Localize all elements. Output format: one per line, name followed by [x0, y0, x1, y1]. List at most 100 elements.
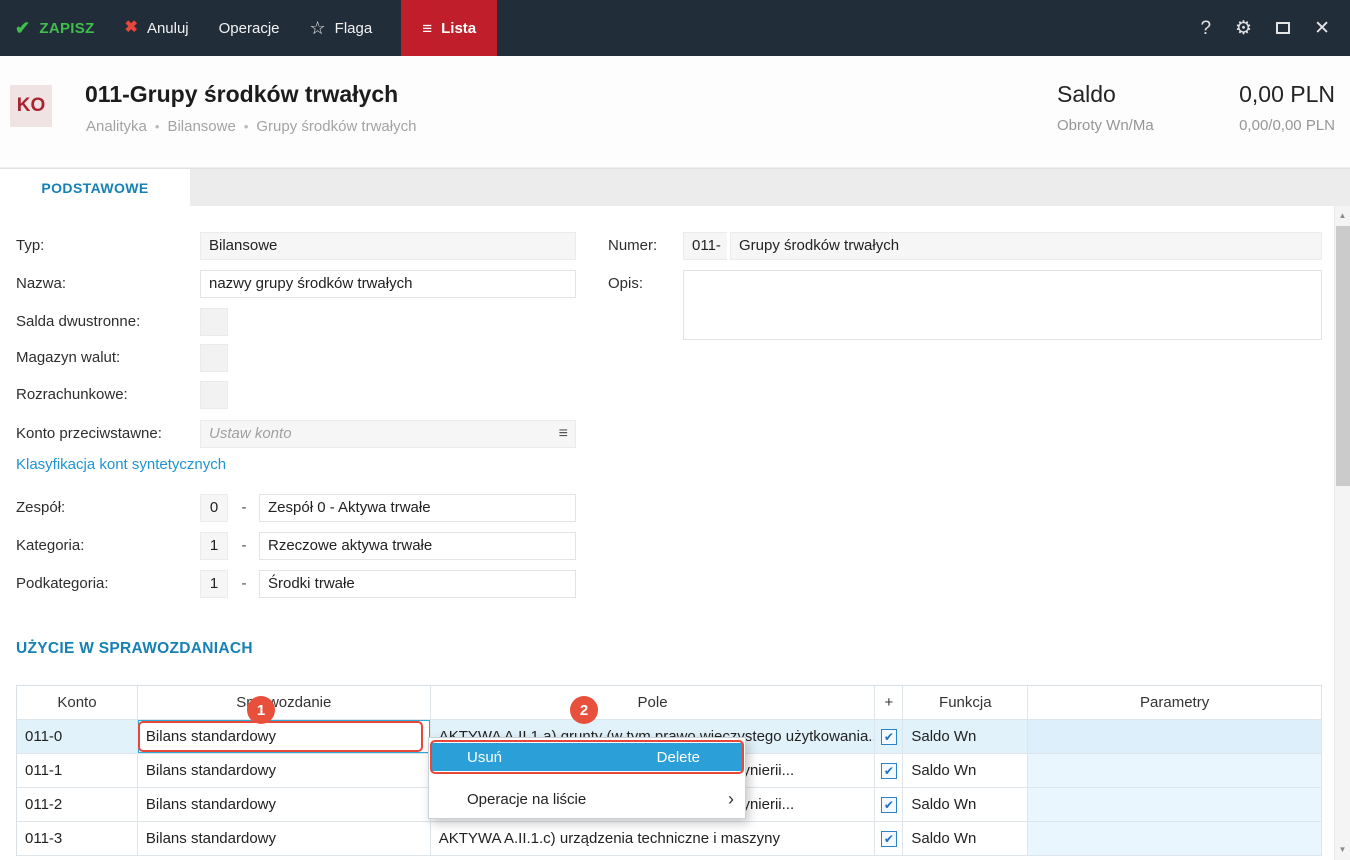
- col-header-funkcja[interactable]: Funkcja: [903, 686, 1028, 719]
- magazyn-walut-checkbox[interactable]: [200, 344, 228, 372]
- saldo-value: 0,00 PLN: [1239, 81, 1335, 108]
- tab-podstawowe[interactable]: PODSTAWOWE: [0, 169, 190, 207]
- scrollbar-thumb[interactable]: [1336, 226, 1350, 486]
- cell-sprawozdanie[interactable]: Bilans standardowy: [138, 788, 431, 821]
- star-icon: ☆: [310, 19, 326, 37]
- zespol-name-field[interactable]: Zespół 0 - Aktywa trwałe: [259, 494, 576, 522]
- help-button[interactable]: ?: [1200, 19, 1211, 38]
- cell-funkcja[interactable]: Saldo Wn: [903, 754, 1028, 787]
- magazyn-walut-label: Magazyn walut:: [16, 344, 120, 372]
- dash-separator: -: [238, 570, 250, 598]
- flag-button-label: Flaga: [335, 20, 373, 37]
- table-header-row: Konto Sprawozdanie Pole + Funkcja Parame…: [17, 686, 1322, 720]
- save-button-label: ZAPISZ: [39, 20, 94, 37]
- cell-funkcja[interactable]: Saldo Wn: [903, 822, 1028, 855]
- checkbox-checked-icon[interactable]: ✔: [881, 797, 897, 813]
- menu-item-delete[interactable]: Usuń Delete: [432, 743, 742, 771]
- cell-sprawozdanie[interactable]: Bilans standardowy: [138, 822, 431, 855]
- checkbox-checked-icon[interactable]: ✔: [881, 763, 897, 779]
- list-button-label: Lista: [441, 20, 476, 37]
- cell-pole[interactable]: AKTYWA A.II.1.c) urządzenia techniczne i…: [431, 822, 876, 855]
- cell-checkbox[interactable]: ✔: [875, 788, 903, 821]
- cell-checkbox[interactable]: ✔: [875, 822, 903, 855]
- salda-dwustronne-label: Salda dwustronne:: [16, 308, 140, 336]
- cell-parametry[interactable]: [1028, 754, 1322, 787]
- cell-sprawozdanie[interactable]: Bilans standardowy: [138, 754, 431, 787]
- cell-konto[interactable]: 011-0: [17, 720, 138, 753]
- col-header-plus[interactable]: +: [875, 686, 903, 719]
- rozrachunkowe-checkbox[interactable]: [200, 381, 228, 409]
- col-header-parametry[interactable]: Parametry: [1028, 686, 1322, 719]
- konto-przeciwstawne-field[interactable]: Ustaw konto ≡: [200, 420, 576, 448]
- cell-parametry[interactable]: [1028, 720, 1322, 753]
- klasyfikacja-link[interactable]: Klasyfikacja kont syntetycznych: [16, 456, 226, 473]
- checkbox-checked-icon[interactable]: ✔: [881, 729, 897, 745]
- cell-parametry[interactable]: [1028, 822, 1322, 855]
- list-button[interactable]: ≡ Lista: [401, 0, 497, 56]
- breadcrumb-separator: •: [155, 119, 160, 134]
- numer-prefix-field[interactable]: 011-: [683, 232, 727, 260]
- dash-separator: -: [238, 494, 250, 522]
- nazwa-field[interactable]: nazwy grupy środków trwałych: [200, 270, 576, 298]
- menu-item-delete-shortcut: Delete: [657, 749, 742, 766]
- maximize-icon[interactable]: [1276, 22, 1290, 34]
- col-header-pole[interactable]: Pole: [431, 686, 876, 719]
- cell-konto[interactable]: 011-1: [17, 754, 138, 787]
- salda-dwustronne-checkbox[interactable]: [200, 308, 228, 336]
- podkategoria-code-field[interactable]: 1: [200, 570, 228, 598]
- menu-item-operations-label: Operacje na liście: [467, 791, 586, 808]
- table-row[interactable]: 011-3 Bilans standardowy AKTYWA A.II.1.c…: [17, 822, 1322, 856]
- opis-field[interactable]: [683, 270, 1322, 340]
- kategoria-name-field[interactable]: Rzeczowe aktywa trwałe: [259, 532, 576, 560]
- checkbox-checked-icon[interactable]: ✔: [881, 831, 897, 847]
- cell-sprawozdanie[interactable]: Bilans standardowy: [138, 720, 431, 753]
- balance-summary: Saldo 0,00 PLN Obroty Wn/Ma 0,00/0,00 PL…: [1057, 81, 1335, 134]
- rozrachunkowe-label: Rozrachunkowe:: [16, 381, 128, 409]
- operations-button-label: Operacje: [219, 20, 280, 37]
- menu-item-operations[interactable]: Operacje na liście ›: [432, 785, 742, 813]
- cell-checkbox[interactable]: ✔: [875, 720, 903, 753]
- podkategoria-name-field[interactable]: Środki trwałe: [259, 570, 576, 598]
- cell-funkcja[interactable]: Saldo Wn: [903, 720, 1028, 753]
- cell-funkcja[interactable]: Saldo Wn: [903, 788, 1028, 821]
- cross-icon: ✖: [125, 20, 138, 36]
- obroty-value: 0,00/0,00 PLN: [1239, 117, 1335, 134]
- context-menu: Usuń Delete Operacje na liście ›: [428, 737, 746, 819]
- breadcrumb-item: Analityka: [86, 118, 147, 135]
- cell-konto[interactable]: 011-3: [17, 822, 138, 855]
- page-title: 011-Grupy środków trwałych: [85, 81, 398, 108]
- section-title-uzycie: UŻYCIE W SPRAWOZDANIACH: [16, 640, 253, 658]
- save-button[interactable]: ✔ ZAPISZ: [0, 0, 110, 56]
- zespol-code-field[interactable]: 0: [200, 494, 228, 522]
- konto-przeciwstawne-placeholder: Ustaw konto: [209, 425, 292, 442]
- cell-konto[interactable]: 011-2: [17, 788, 138, 821]
- gear-icon[interactable]: ⚙: [1235, 19, 1252, 38]
- vertical-scrollbar[interactable]: ▲ ▼: [1334, 206, 1350, 860]
- main-toolbar: ✔ ZAPISZ ✖ Anuluj Operacje ☆ Flaga ≡ Lis…: [0, 0, 1350, 56]
- scroll-up-icon[interactable]: ▲: [1335, 208, 1350, 224]
- close-icon[interactable]: ✕: [1314, 19, 1330, 38]
- kategoria-label: Kategoria:: [16, 532, 84, 560]
- cell-checkbox[interactable]: ✔: [875, 754, 903, 787]
- check-icon: ✔: [15, 19, 30, 37]
- app-window: ✔ ZAPISZ ✖ Anuluj Operacje ☆ Flaga ≡ Lis…: [0, 0, 1350, 860]
- annotation-step-1: 1: [247, 696, 275, 724]
- numer-name-field[interactable]: Grupy środków trwałych: [730, 232, 1322, 260]
- kategoria-code-field[interactable]: 1: [200, 532, 228, 560]
- podkategoria-label: Podkategoria:: [16, 570, 109, 598]
- cancel-button-label: Anuluj: [147, 20, 189, 37]
- scroll-down-icon[interactable]: ▼: [1335, 842, 1350, 858]
- cell-parametry[interactable]: [1028, 788, 1322, 821]
- nazwa-label: Nazwa:: [16, 270, 66, 298]
- col-header-sprawozdanie[interactable]: Sprawozdanie: [138, 686, 431, 719]
- breadcrumb: Analityka • Bilansowe • Grupy środków tr…: [86, 118, 416, 135]
- cancel-button[interactable]: ✖ Anuluj: [110, 0, 204, 56]
- obroty-label: Obroty Wn/Ma: [1057, 117, 1154, 134]
- flag-button[interactable]: ☆ Flaga: [295, 0, 388, 56]
- module-badge: KO: [10, 85, 52, 127]
- typ-field[interactable]: Bilansowe: [200, 232, 576, 260]
- account-picker-icon[interactable]: ≡: [559, 421, 568, 447]
- operations-button[interactable]: Operacje: [204, 0, 295, 56]
- record-header: KO 011-Grupy środków trwałych Analityka …: [0, 56, 1350, 168]
- col-header-konto[interactable]: Konto: [17, 686, 138, 719]
